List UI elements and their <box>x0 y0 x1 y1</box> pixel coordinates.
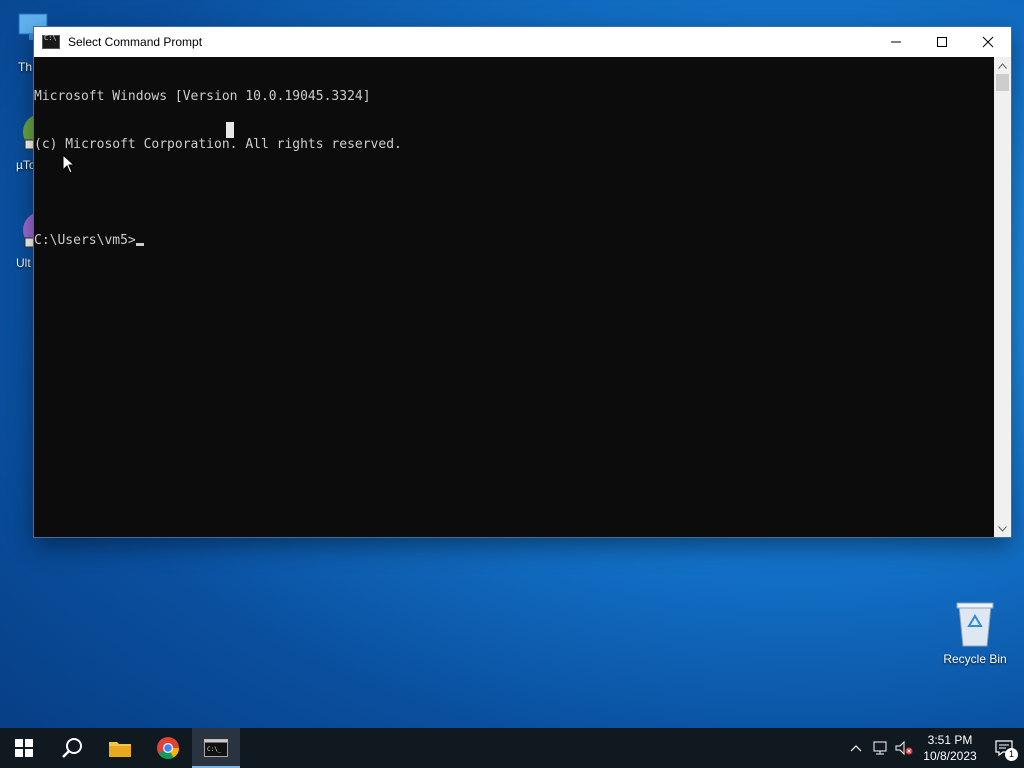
desktop-icon-label: Th <box>18 60 33 74</box>
volume-muted-icon <box>895 740 913 756</box>
recycle-bin-label: Recycle Bin <box>943 652 1007 666</box>
clock-date: 10/8/2023 <box>923 749 977 763</box>
minimize-button[interactable] <box>873 27 919 57</box>
maximize-button[interactable] <box>919 27 965 57</box>
chevron-up-icon <box>998 62 1007 69</box>
system-tray: 3:51 PM 10/8/2023 1 <box>844 728 1024 768</box>
command-prompt-icon: C:\_ <box>204 739 228 757</box>
chevron-up-icon <box>850 745 862 752</box>
text-caret <box>135 243 144 246</box>
close-icon <box>982 36 994 48</box>
command-prompt-window[interactable]: Select Command Prompt Microsoft Windows … <box>34 27 1011 537</box>
console-prompt: C:\Users\vm5> <box>34 233 136 248</box>
notification-count-badge: 1 <box>1005 748 1018 761</box>
minimize-icon <box>891 41 901 43</box>
chrome-button[interactable] <box>144 728 192 768</box>
recycle-bin-icon <box>956 602 994 647</box>
window-title: Select Command Prompt <box>68 35 203 49</box>
desktop-icon-label: Ult <box>16 256 31 270</box>
taskbar: C:\_ 3:51 PM 10/8/2023 1 <box>0 728 1024 768</box>
svg-text:C:\_: C:\_ <box>207 746 222 753</box>
search-button[interactable] <box>48 728 96 768</box>
file-explorer-icon <box>109 742 131 757</box>
command-prompt-taskbar-button[interactable]: C:\_ <box>192 728 240 768</box>
network-icon <box>873 741 887 755</box>
selection-cursor <box>226 122 234 138</box>
scroll-up-button[interactable] <box>994 57 1011 74</box>
scrollbar-thumb[interactable] <box>996 74 1009 91</box>
vertical-scrollbar[interactable] <box>994 57 1011 537</box>
desktop-icon-recycle-bin[interactable]: Recycle Bin <box>940 600 1010 666</box>
maximize-icon <box>937 37 947 47</box>
console-line: (c) Microsoft Corporation. All rights re… <box>34 137 402 152</box>
console-prompt-line: C:\Users\vm5> <box>34 233 994 249</box>
desktop-icon-label: µTo <box>16 158 36 172</box>
action-center-button[interactable]: 1 <box>984 728 1024 768</box>
network-button[interactable] <box>868 728 892 768</box>
window-titlebar[interactable]: Select Command Prompt <box>34 27 1011 57</box>
start-button[interactable] <box>0 728 48 768</box>
file-explorer-button[interactable] <box>96 728 144 768</box>
volume-button[interactable] <box>892 728 916 768</box>
console-line: Microsoft Windows [Version 10.0.19045.33… <box>34 89 371 104</box>
console-output[interactable]: Microsoft Windows [Version 10.0.19045.33… <box>34 57 994 537</box>
search-icon <box>62 738 82 758</box>
mouse-pointer-icon <box>62 154 76 174</box>
close-button[interactable] <box>965 27 1011 57</box>
chevron-down-icon <box>998 525 1007 532</box>
scroll-down-button[interactable] <box>994 520 1011 537</box>
clock-time: 3:51 PM <box>927 733 973 747</box>
command-prompt-icon <box>42 34 60 49</box>
taskbar-clock[interactable]: 3:51 PM 10/8/2023 <box>916 732 984 764</box>
show-hidden-icons-button[interactable] <box>844 728 868 768</box>
chrome-icon <box>157 737 179 759</box>
windows-start-icon <box>15 739 33 757</box>
